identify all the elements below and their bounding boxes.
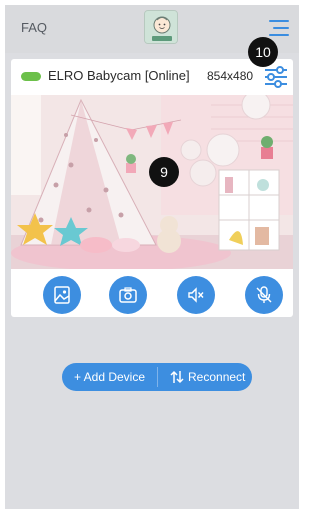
microphone-mute-button[interactable] [245, 276, 283, 314]
callout-settings: 10 [248, 37, 278, 67]
speaker-mute-button[interactable] [177, 276, 215, 314]
gallery-button[interactable] [43, 276, 81, 314]
reconnect-button[interactable]: Reconnect [158, 363, 252, 391]
camera-card: ELRO Babycam [Online] 854x480 10 9 [11, 37, 293, 317]
resolution-label: 854x480 [207, 69, 254, 83]
app-screen: FAQ ELRO Babycam [Online] 854x480 10 9 +… [5, 5, 299, 509]
gallery-icon [54, 286, 70, 304]
reconnect-label: Reconnect [188, 370, 246, 384]
callout-video: 9 [149, 157, 179, 187]
device-actions-pill: + Add Device Reconnect [62, 363, 252, 391]
camera-icon [119, 287, 137, 303]
faq-link[interactable]: FAQ [21, 20, 47, 35]
add-device-button[interactable]: + Add Device [62, 363, 157, 391]
hamburger-menu-icon[interactable] [269, 20, 289, 36]
control-bar [11, 271, 293, 317]
baby-face-logo [144, 10, 178, 44]
swap-arrows-icon [170, 370, 184, 384]
camera-header: ELRO Babycam [Online] 854x480 [11, 59, 293, 95]
microphone-muted-icon [256, 286, 272, 303]
camera-title: ELRO Babycam [Online] [48, 68, 190, 83]
snapshot-button[interactable] [109, 276, 147, 314]
online-status-indicator [21, 72, 41, 81]
sliders-icon[interactable] [264, 66, 288, 88]
speaker-muted-icon [188, 287, 204, 303]
